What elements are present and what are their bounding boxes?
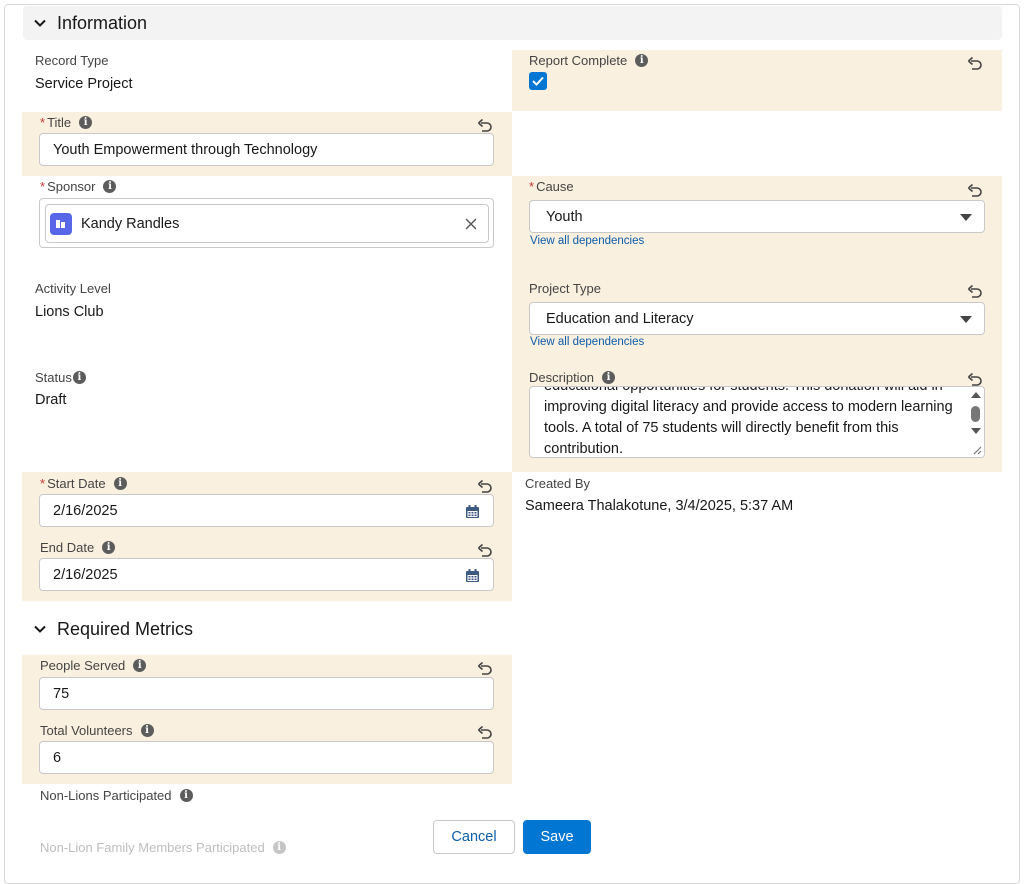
- undo-icon[interactable]: [967, 284, 983, 300]
- total-volunteers-label: Total Volunteers i: [40, 723, 154, 738]
- status-label: Status i: [35, 370, 86, 385]
- project-type-select[interactable]: Education and Literacy: [529, 302, 985, 335]
- end-date-input[interactable]: 2/16/2025: [39, 558, 494, 591]
- undo-icon[interactable]: [477, 543, 493, 559]
- non-lion-family-label: Non-Lion Family Members Participated i: [40, 840, 286, 855]
- scroll-down-icon[interactable]: [971, 427, 981, 435]
- chevron-down-icon: [960, 316, 972, 323]
- undo-icon[interactable]: [477, 479, 493, 495]
- project-type-label: Project Type: [529, 281, 602, 296]
- undo-icon[interactable]: [967, 183, 983, 199]
- status-value: Draft: [35, 392, 67, 408]
- non-lions-participated-label: Non-Lions Participated i: [40, 788, 193, 803]
- description-text: educational opportunities for students. …: [544, 386, 957, 457]
- report-complete-checkbox[interactable]: [529, 72, 547, 90]
- title-input[interactable]: Youth Empowerment through Technology: [39, 133, 494, 166]
- scroll-thumb[interactable]: [971, 406, 980, 422]
- sponsor-label: * Sponsor i: [40, 179, 117, 194]
- people-served-input[interactable]: 75: [39, 677, 494, 710]
- undo-icon[interactable]: [967, 56, 983, 72]
- section-title: Required Metrics: [57, 618, 194, 639]
- end-date-label: End Date i: [40, 540, 116, 555]
- contact-icon: [50, 212, 72, 235]
- record-type-label: Record Type: [35, 53, 109, 68]
- section-title: Information: [57, 12, 148, 33]
- undo-icon[interactable]: [477, 725, 493, 741]
- section-header-required-metrics[interactable]: Required Metrics: [23, 612, 1002, 646]
- info-icon[interactable]: i: [602, 371, 616, 384]
- description-textarea[interactable]: educational opportunities for students. …: [529, 386, 985, 458]
- info-icon: i: [272, 841, 286, 854]
- section-header-information[interactable]: Information: [23, 6, 1002, 40]
- title-label: * Title i: [40, 115, 93, 130]
- resize-handle-icon[interactable]: [970, 443, 982, 455]
- info-icon[interactable]: i: [179, 789, 193, 802]
- chevron-down-icon: [33, 622, 47, 636]
- cause-dependencies-link[interactable]: View all dependencies: [530, 235, 644, 247]
- chevron-down-icon: [960, 214, 972, 221]
- activity-level-label: Activity Level: [35, 281, 111, 296]
- cancel-button[interactable]: Cancel: [433, 820, 515, 854]
- info-icon[interactable]: i: [113, 477, 127, 490]
- total-volunteers-input[interactable]: 6: [39, 741, 494, 774]
- undo-icon[interactable]: [477, 118, 493, 134]
- created-by-label: Created By: [525, 476, 591, 491]
- cause-select[interactable]: Youth: [529, 200, 985, 233]
- calendar-icon[interactable]: [465, 568, 480, 583]
- start-date-input[interactable]: 2/16/2025: [39, 494, 494, 527]
- activity-level-value: Lions Club: [35, 304, 104, 320]
- created-by-value: Sameera Thalakotune, 3/4/2025, 5:37 AM: [525, 498, 794, 514]
- info-icon[interactable]: i: [103, 180, 117, 193]
- save-button[interactable]: Save: [523, 820, 591, 854]
- sponsor-value: Kandy Randles: [81, 215, 180, 232]
- info-icon[interactable]: i: [140, 724, 154, 737]
- undo-icon[interactable]: [477, 661, 493, 677]
- info-icon[interactable]: i: [72, 371, 86, 384]
- sponsor-lookup: Kandy Randles: [39, 198, 494, 248]
- record-type-value: Service Project: [35, 76, 133, 92]
- info-icon[interactable]: i: [635, 54, 649, 67]
- checkmark-icon: [532, 76, 544, 86]
- scroll-up-icon[interactable]: [971, 391, 981, 399]
- description-label: Description i: [529, 370, 616, 385]
- calendar-icon[interactable]: [465, 504, 480, 519]
- description-scrollbar[interactable]: [967, 387, 984, 457]
- report-complete-label: Report Complete i: [529, 53, 649, 68]
- info-icon[interactable]: i: [102, 541, 116, 554]
- project-type-dependencies-link[interactable]: View all dependencies: [530, 336, 644, 348]
- start-date-label: * Start Date i: [40, 476, 127, 491]
- info-icon[interactable]: i: [79, 116, 93, 129]
- chevron-down-icon: [33, 16, 47, 30]
- cause-label: * Cause: [529, 179, 574, 194]
- close-icon[interactable]: [465, 218, 477, 230]
- people-served-label: People Served i: [40, 658, 147, 673]
- sponsor-pill[interactable]: Kandy Randles: [45, 204, 489, 243]
- info-icon[interactable]: i: [133, 659, 147, 672]
